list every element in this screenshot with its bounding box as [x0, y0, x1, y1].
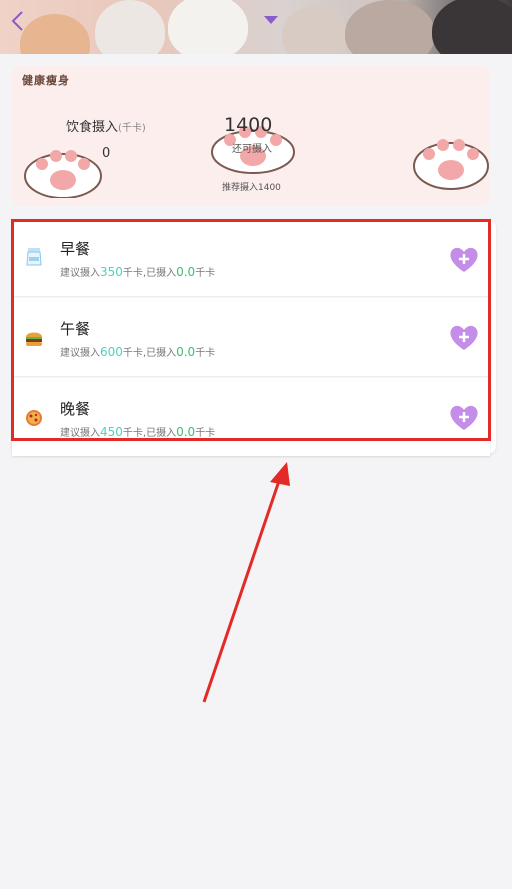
add-heart-icon[interactable]: [448, 402, 480, 432]
meal-desc-prefix: 建议摄入: [60, 348, 100, 359]
recommend-text: 推荐摄入1400: [222, 183, 281, 193]
summary-title: 健康瘦身: [22, 74, 70, 87]
cat-illustration: [345, 0, 435, 54]
meal-desc-suffix: 千卡: [195, 268, 216, 279]
add-heart-icon[interactable]: [448, 322, 480, 352]
meal-description: 建议摄入450千卡,已摄入0.0千卡: [60, 424, 215, 439]
meal-suggested-value: 350: [100, 265, 123, 279]
meal-name: 早餐: [60, 240, 91, 258]
intake-value: 0: [102, 146, 111, 161]
meal-suggested-value: 450: [100, 425, 123, 439]
meal-desc-mid: 千卡,已摄入: [122, 268, 177, 279]
add-heart-icon[interactable]: [448, 244, 480, 274]
meal-desc-prefix: 建议摄入: [60, 428, 100, 439]
cat-illustration: [282, 6, 348, 54]
header-banner: [0, 0, 512, 54]
summary-card: 健康瘦身 饮食摄入(千卡) 0 1400 还可摄入 推荐摄入1400: [12, 66, 490, 206]
intake-label: 饮食摄入(千卡): [66, 116, 146, 135]
meal-row-lunch[interactable]: 午餐 建议摄入600千卡,已摄入0.0千卡: [12, 302, 490, 376]
chevron-left-icon: [11, 11, 23, 31]
meal-desc-prefix: 建议摄入: [60, 268, 100, 279]
meal-description: 建议摄入350千卡,已摄入0.0千卡: [60, 264, 215, 279]
meal-row-breakfast[interactable]: 早餐 建议摄入350千卡,已摄入0.0千卡: [12, 222, 490, 296]
cat-illustration: [432, 0, 512, 54]
meal-desc-mid: 千卡,已摄入: [122, 428, 177, 439]
burger-icon: [26, 332, 42, 346]
intake-label-text: 饮食摄入: [66, 120, 119, 135]
milk-icon: [26, 248, 42, 266]
cat-illustration: [168, 0, 248, 54]
intake-unit: (千卡): [118, 123, 146, 134]
remaining-label: 还可摄入: [232, 144, 272, 155]
meal-name: 午餐: [60, 320, 91, 338]
meal-desc-suffix: 千卡: [195, 348, 216, 359]
cat-illustration: [95, 0, 165, 54]
meal-eaten-value: 0.0: [176, 425, 196, 439]
meal-suggested-value: 600: [100, 345, 123, 359]
meal-desc-mid: 千卡,已摄入: [122, 348, 177, 359]
pizza-icon: [26, 410, 42, 426]
back-button[interactable]: [6, 8, 28, 34]
cat-illustration: [20, 14, 90, 54]
meal-name: 晚餐: [60, 400, 91, 418]
triangle-down-icon[interactable]: [262, 14, 280, 26]
meal-eaten-value: 0.0: [176, 345, 196, 359]
remaining-value: 1400: [224, 114, 273, 136]
meal-desc-suffix: 千卡: [195, 428, 216, 439]
meal-row-dinner[interactable]: 晚餐 建议摄入450千卡,已摄入0.0千卡: [12, 382, 490, 456]
meal-eaten-value: 0.0: [176, 265, 196, 279]
paw-icon: [24, 150, 102, 198]
paw-icon: [413, 139, 489, 190]
meal-description: 建议摄入600千卡,已摄入0.0千卡: [60, 344, 215, 359]
